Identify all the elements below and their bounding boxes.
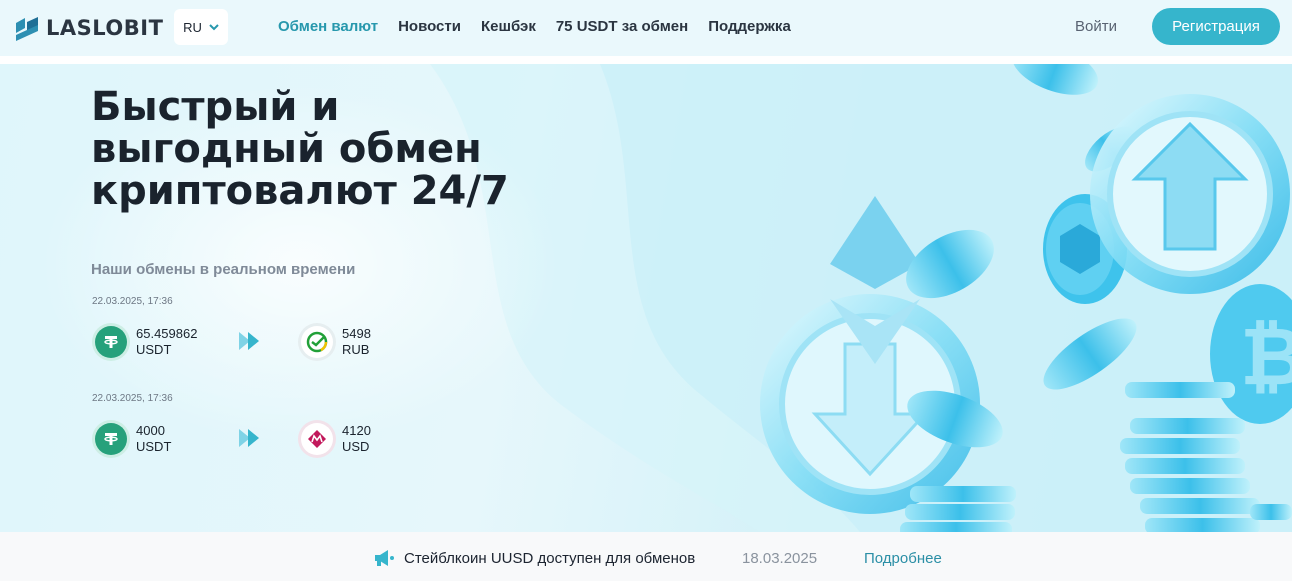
- exchange-date: 22.03.2025, 17:36: [92, 296, 173, 307]
- login-link[interactable]: Войти: [1075, 18, 1117, 35]
- sberbank-icon: [301, 326, 333, 358]
- exchange-to-amount: 4120: [342, 423, 371, 438]
- exchange-from-currency: USDT: [136, 342, 172, 357]
- perfect-money-icon: [301, 423, 333, 455]
- svg-text:₿: ₿: [1240, 310, 1292, 403]
- exchange-to-currency: USD: [342, 439, 370, 454]
- exchange-to-currency: RUB: [342, 342, 370, 357]
- nav-item-support[interactable]: Поддержка: [708, 18, 791, 35]
- brand-name: LASLOBIT: [46, 16, 164, 40]
- exchange-from: 65.459862 USDT: [136, 326, 197, 358]
- laslobit-logo-icon: [16, 17, 38, 41]
- news-text: Стейблкоин UUSD доступен для обменов: [404, 550, 696, 567]
- exchange-to-amount: 5498: [342, 326, 371, 341]
- exchanges-heading: Наши обмены в реальном времени: [91, 261, 356, 278]
- exchange-to: 5498 RUB: [342, 326, 371, 358]
- language-current: RU: [183, 19, 202, 35]
- register-button[interactable]: Регистрация: [1152, 8, 1280, 45]
- hero-section: ₿ Быстрый и выгодный обмен криптовалют 2…: [0, 64, 1292, 532]
- language-selector[interactable]: RU: [174, 9, 228, 45]
- exchange-from-amount: 4000: [136, 423, 165, 438]
- exchange-from-currency: USDT: [136, 439, 172, 454]
- site-header: LASLOBIT RU Обмен валют Новости Кешбэк 7…: [0, 0, 1292, 56]
- tether-icon: [95, 423, 127, 455]
- news-more-link[interactable]: Подробнее: [864, 550, 942, 567]
- double-arrow-icon: [239, 429, 259, 447]
- news-date: 18.03.2025: [742, 550, 818, 567]
- megaphone-icon: [375, 550, 394, 566]
- brand-logo[interactable]: LASLOBIT: [16, 14, 163, 42]
- main-nav: Обмен валют Новости Кешбэк 75 USDT за об…: [278, 18, 791, 35]
- tether-icon: [95, 326, 127, 358]
- nav-item-exchange[interactable]: Обмен валют: [278, 18, 378, 35]
- exchange-from-amount: 65.459862: [136, 326, 198, 341]
- nav-item-cashback[interactable]: Кешбэк: [481, 18, 536, 35]
- double-arrow-icon: [239, 332, 259, 350]
- nav-item-bonus[interactable]: 75 USDT за обмен: [556, 18, 688, 35]
- exchange-date: 22.03.2025, 17:36: [92, 393, 173, 404]
- nav-item-news[interactable]: Новости: [398, 18, 461, 35]
- exchange-from: 4000 USDT: [136, 423, 171, 455]
- chevron-down-icon: [209, 24, 219, 31]
- hero-title: Быстрый и выгодный обмен криптовалют 24/…: [91, 84, 509, 214]
- exchange-to: 4120 USD: [342, 423, 371, 455]
